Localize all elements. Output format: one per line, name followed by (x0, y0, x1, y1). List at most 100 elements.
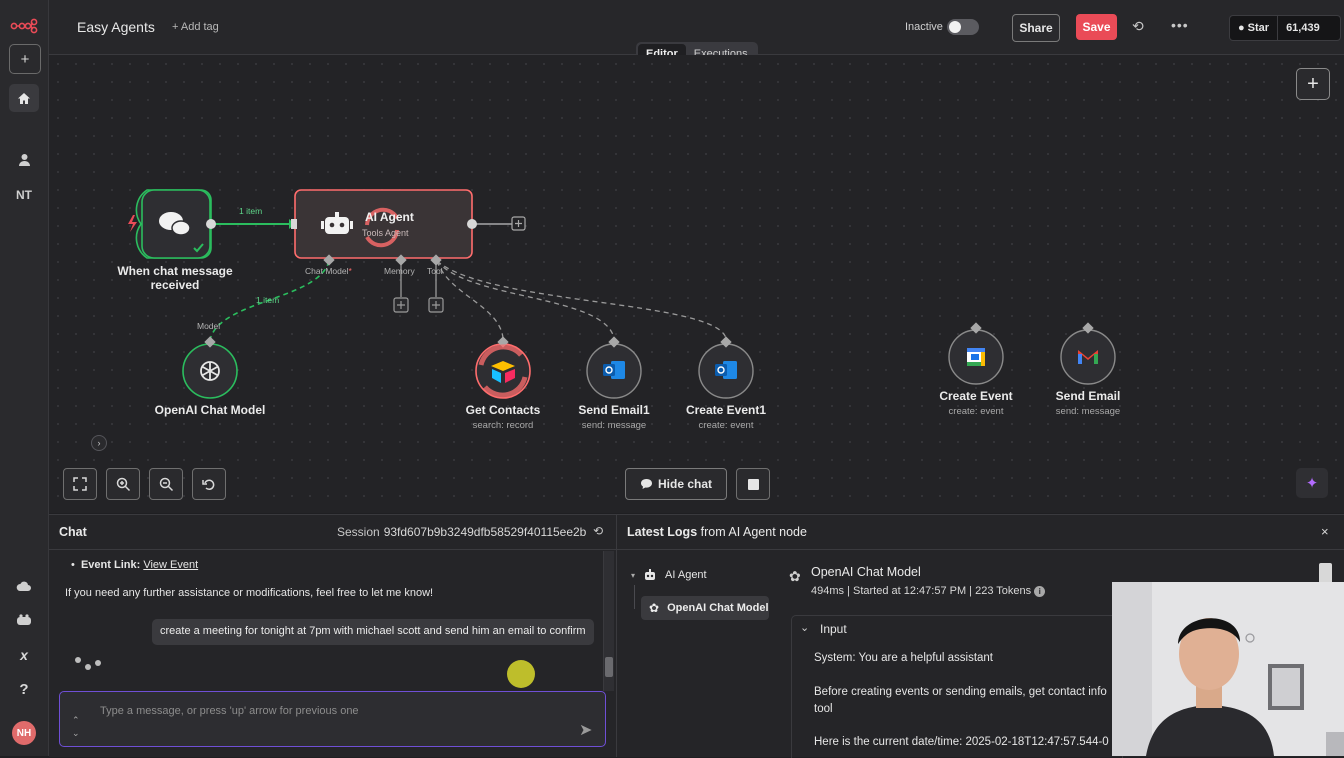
get-contacts-label: Get Contacts (465, 403, 541, 417)
session-id: 93fd607b9b3249dfb58529f40115ee2b (383, 525, 587, 539)
robot-icon (645, 569, 656, 580)
input-section-title[interactable]: Input (820, 622, 847, 636)
bot-message: If you need any further assistance or mo… (65, 587, 434, 599)
plus-icon: + (20, 50, 30, 68)
send-email-node[interactable] (1060, 329, 1116, 385)
undo-icon (202, 479, 215, 491)
send-email-subtitle: send: message (1055, 406, 1121, 417)
github-star-label: Star (1247, 22, 1270, 34)
more-options-icon[interactable]: ••• (1171, 17, 1189, 33)
item-count-model: 1 item (256, 295, 280, 305)
zoom-in-icon (116, 477, 130, 491)
add-workflow-button[interactable]: + (9, 44, 41, 74)
trigger-node-label: When chat message received (109, 264, 241, 292)
create-event1-label: Create Event1 (685, 403, 767, 417)
zoom-to-fit-button[interactable] (63, 468, 97, 500)
chat-icon (640, 479, 652, 489)
divider (49, 549, 616, 550)
ai-agent-title: AI Agent (365, 210, 414, 224)
save-button[interactable]: Save (1076, 14, 1117, 40)
share-button[interactable]: Share (1012, 14, 1060, 42)
run-meta: 494ms | Started at 12:47:57 PM | 223 Tok… (811, 585, 1046, 597)
stop-icon (747, 478, 759, 490)
chevron-down-icon[interactable]: ⌄ (800, 621, 809, 634)
ai-assistant-button[interactable]: ✦ (1296, 468, 1328, 498)
input-section: ⌄ Input System: You are a helpful assist… (791, 615, 1123, 758)
user-icon (18, 154, 30, 166)
zoom-out-icon (159, 477, 173, 491)
cloud-icon (16, 581, 31, 591)
event-link-item: • Event Link: View Event (71, 559, 199, 571)
webcam-overlay (1112, 582, 1344, 756)
workflow-name[interactable]: Easy Agents (77, 19, 155, 35)
help-button[interactable]: ? (9, 675, 39, 703)
logs-panel-title: Latest Logs from AI Agent node (627, 525, 807, 539)
user-button[interactable] (9, 146, 39, 174)
get-contacts-subtitle: search: record (472, 420, 534, 431)
trigger-bolt-icon (128, 215, 137, 232)
reset-zoom-button[interactable] (192, 468, 226, 500)
event-link-label: Event Link: (80, 559, 141, 571)
templates-icon (17, 614, 31, 625)
connection-create-event1 (436, 260, 727, 339)
templates-button[interactable] (9, 606, 39, 634)
log-tree-openai-model[interactable]: ✿ OpenAI Chat Model (641, 596, 769, 620)
send-email-label: Send Email (1055, 389, 1121, 403)
connection-send-email1 (436, 260, 615, 339)
chat-scroll-thumb[interactable] (605, 657, 613, 677)
ai-agent-subtitle: Tools Agent (362, 228, 409, 238)
variables-button[interactable]: x (9, 641, 39, 669)
connections-layer (128, 189, 1116, 399)
input-line: Here is the current date/time: 2025-02-1… (814, 736, 1109, 748)
variables-icon: x (20, 647, 28, 663)
required-marker: * (348, 266, 352, 276)
chat-model-port-text: Chat Model (305, 266, 349, 276)
send-icon[interactable]: ➤ (579, 720, 592, 740)
send-email1-subtitle: send: message (581, 420, 647, 431)
logs-title-bold: Latest Logs (627, 525, 698, 539)
home-icon (18, 92, 30, 104)
log-tree-agent-label: AI Agent (665, 569, 707, 581)
chat-model-port-label: Chat Model* (305, 266, 352, 276)
chat-input-box: ⌃⌄ ➤ (59, 691, 606, 747)
chat-message-input[interactable] (98, 702, 562, 720)
history-icon[interactable]: ⟲ (1132, 18, 1144, 35)
item-count-main: 1 item (239, 206, 263, 216)
active-toggle[interactable] (947, 19, 979, 35)
fit-view-icon (73, 477, 87, 491)
hide-chat-button[interactable]: Hide chat (625, 468, 727, 500)
workflow-canvas[interactable]: + When chat message received AI Agent To… (49, 55, 1344, 513)
stop-execution-button[interactable] (736, 468, 770, 500)
model-port-label: Model (197, 321, 221, 331)
github-star-button[interactable]: ● Star 61,439 (1229, 15, 1341, 41)
n8n-logo-icon[interactable] (9, 12, 39, 40)
project-nt-button[interactable]: NT (9, 181, 39, 209)
divider (617, 549, 1344, 550)
avatar[interactable]: NH (12, 721, 36, 745)
zoom-in-button[interactable] (106, 468, 140, 500)
close-icon[interactable]: × (1321, 524, 1329, 539)
home-button[interactable] (9, 84, 39, 112)
input-line: System: You are a helpful assistant (814, 652, 993, 664)
hide-chat-label: Hide chat (657, 477, 712, 491)
trigger-output-port[interactable] (206, 219, 216, 229)
info-icon[interactable]: i (1034, 586, 1046, 597)
log-tree-agent[interactable]: ▾ AI Agent (631, 569, 707, 581)
tree-connector (634, 585, 635, 609)
reset-session-icon[interactable]: ⟲ (593, 524, 603, 538)
agent-input-port[interactable] (291, 219, 297, 229)
add-tag-button[interactable]: + Add tag (172, 21, 219, 33)
left-sidebar: + NT x ? NH (0, 0, 49, 756)
chat-scrollbar[interactable] (603, 551, 614, 691)
plus-icon (515, 220, 522, 227)
history-arrows[interactable]: ⌃ ⌄ (72, 714, 80, 740)
connection-get-contacts (436, 260, 504, 339)
view-event-link[interactable]: View Event (143, 559, 198, 571)
zoom-out-button[interactable] (149, 468, 183, 500)
cloud-button[interactable] (9, 572, 39, 600)
agent-output-port[interactable] (467, 219, 477, 229)
expand-sidebar-button[interactable]: › (91, 435, 107, 451)
session-info: Session 93fd607b9b3249dfb58529f40115ee2b (337, 525, 586, 539)
create-event1-subtitle: create: event (698, 420, 754, 431)
cursor-highlight (507, 660, 535, 688)
